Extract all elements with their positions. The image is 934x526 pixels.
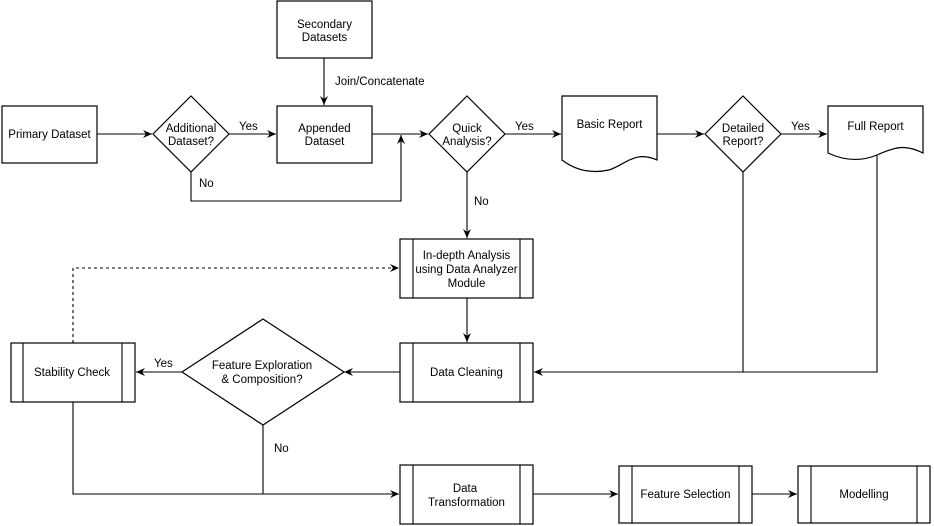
node-secondary-datasets[interactable]: Secondary Datasets	[276, 0, 373, 59]
node-data-cleaning[interactable]: Data Cleaning	[399, 342, 534, 403]
svg-text:Report?: Report?	[723, 136, 764, 148]
label-additional-yes: Yes	[239, 121, 258, 133]
svg-text:Module: Module	[448, 278, 486, 290]
svg-text:Analysis?: Analysis?	[442, 136, 491, 148]
svg-text:Data Cleaning: Data Cleaning	[430, 367, 503, 379]
node-feature-selection[interactable]: Feature Selection	[618, 465, 753, 524]
node-quick-analysis-decision[interactable]: Quick Analysis?	[428, 95, 506, 173]
svg-text:Data: Data	[453, 483, 478, 495]
svg-text:Quick: Quick	[452, 123, 482, 135]
svg-text:Stability Check: Stability Check	[34, 367, 110, 379]
svg-text:Transformation: Transformation	[428, 497, 505, 509]
svg-text:Appended: Appended	[298, 123, 350, 135]
svg-text:Dataset?: Dataset?	[168, 136, 214, 148]
label-feature-yes: Yes	[154, 358, 173, 370]
node-basic-report[interactable]: Basic Report	[561, 95, 658, 173]
node-data-transformation[interactable]: Data Transformation	[399, 464, 534, 525]
node-feature-exploration-decision[interactable]: Feature Exploration & Composition?	[180, 318, 346, 426]
svg-text:In-depth Analysis: In-depth Analysis	[423, 250, 511, 262]
label-feature-no: No	[274, 443, 289, 455]
label-detailed-yes: Yes	[791, 121, 810, 133]
edge-stability-transformation	[72, 402, 399, 498]
node-full-report[interactable]: Full Report	[827, 105, 924, 160]
node-stability-check[interactable]: Stability Check	[10, 342, 136, 403]
label-quick-no: No	[474, 196, 489, 208]
svg-text:Primary Dataset: Primary Dataset	[8, 129, 91, 141]
node-appended-dataset[interactable]: Appended Dataset	[276, 105, 373, 164]
svg-text:Feature Selection: Feature Selection	[640, 489, 730, 501]
edge-stability-indepth	[72, 264, 399, 343]
svg-text:Datasets: Datasets	[302, 32, 348, 44]
flowchart: Join/Concatenate Yes No Yes No Yes Yes N…	[1, 0, 931, 525]
svg-text:Modelling: Modelling	[839, 489, 888, 501]
label-quick-yes: Yes	[515, 121, 534, 133]
edge-detailed-cleaning	[534, 172, 744, 376]
label-additional-no: No	[199, 178, 214, 190]
svg-text:using Data Analyzer: using Data Analyzer	[415, 264, 517, 276]
svg-text:Dataset: Dataset	[305, 136, 345, 148]
svg-text:Detailed: Detailed	[722, 123, 764, 135]
svg-text:Full Report: Full Report	[847, 121, 904, 133]
edge-full-cleaning	[743, 154, 878, 373]
svg-text:Additional: Additional	[166, 123, 217, 135]
node-additional-dataset-decision[interactable]: Additional Dataset?	[152, 95, 230, 173]
node-modelling[interactable]: Modelling	[797, 465, 931, 524]
svg-text:Basic Report: Basic Report	[577, 119, 644, 131]
svg-text:& Composition?: & Composition?	[221, 374, 302, 386]
node-detailed-report-decision[interactable]: Detailed Report?	[704, 95, 782, 173]
label-join: Join/Concatenate	[335, 76, 425, 88]
node-primary-dataset[interactable]: Primary Dataset	[1, 105, 98, 164]
svg-text:Secondary: Secondary	[297, 19, 352, 31]
node-indepth-analysis[interactable]: In-depth Analysis using Data Analyzer Mo…	[399, 238, 534, 299]
svg-text:Feature Exploration: Feature Exploration	[212, 360, 312, 372]
